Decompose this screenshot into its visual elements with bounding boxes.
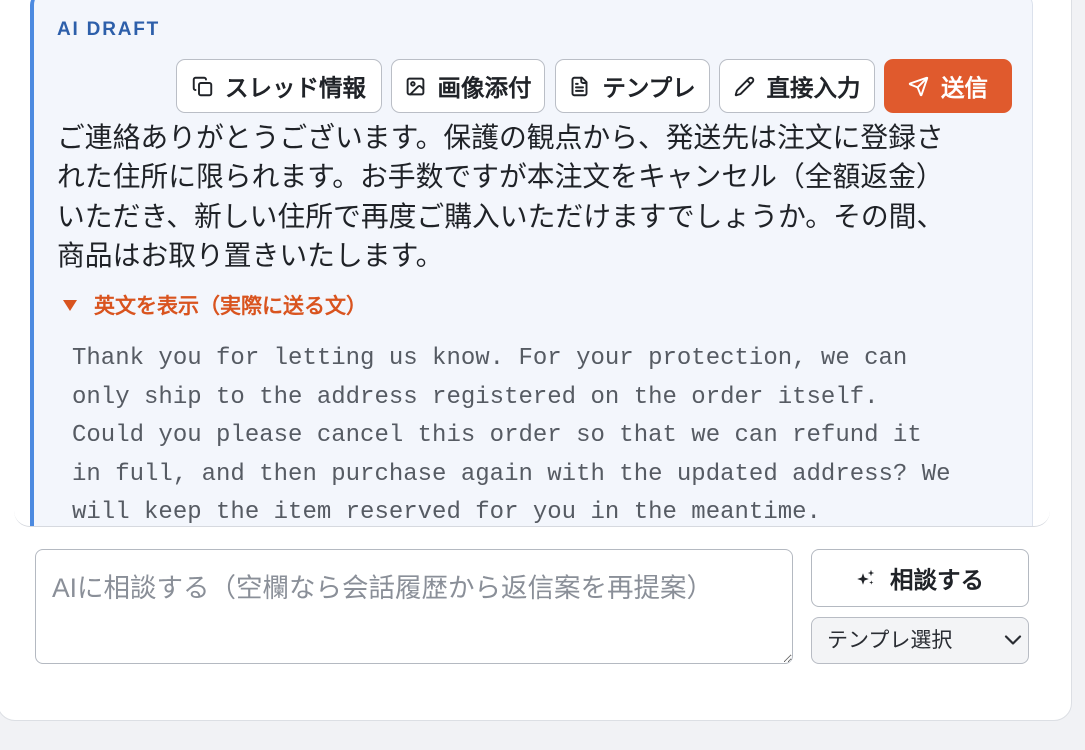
pencil-icon [734, 76, 755, 97]
consult-input[interactable] [35, 549, 793, 664]
consult-label: 相談する [890, 567, 984, 593]
image-icon [405, 76, 426, 97]
thread-info-label: スレッド情報 [225, 75, 366, 101]
send-icon [908, 76, 929, 97]
sparkles-icon [856, 568, 876, 588]
ai-draft-card: AI DRAFT スレッド情報 画像添付 テンプレ 直接入力 送信 ご連絡ありが… [30, 0, 1033, 526]
attach-image-label: 画像添付 [437, 75, 532, 101]
triangle-down-icon [63, 299, 77, 311]
thread-info-button[interactable]: スレッド情報 [176, 59, 382, 113]
template-button[interactable]: テンプレ [555, 59, 710, 113]
file-text-icon [569, 76, 590, 97]
template-select[interactable]: テンプレ選択 [811, 617, 1029, 664]
draft-scroll-area[interactable]: AI DRAFT スレッド情報 画像添付 テンプレ 直接入力 送信 ご連絡ありが… [14, 0, 1050, 527]
show-english-toggle[interactable]: 英文を表示（実際に送る文） [63, 292, 367, 318]
send-label: 送信 [941, 75, 988, 101]
consult-button[interactable]: 相談する [811, 549, 1029, 607]
draft-body-english: Thank you for letting us know. For your … [72, 345, 951, 526]
draft-body-japanese: ご連絡ありがとうございます。保護の観点から、発送先は注文に登録された住所に限られ… [57, 122, 945, 271]
copy-icon [192, 76, 213, 97]
show-english-label: 英文を表示（実際に送る文） [94, 295, 367, 318]
send-button[interactable]: 送信 [884, 59, 1012, 113]
draft-label: AI DRAFT [57, 19, 161, 40]
attach-image-button[interactable]: 画像添付 [391, 59, 545, 113]
template-label: テンプレ [602, 75, 696, 101]
direct-input-label: 直接入力 [766, 75, 861, 101]
template-select-wrapper: テンプレ選択 [811, 617, 1029, 664]
direct-input-button[interactable]: 直接入力 [719, 59, 875, 113]
